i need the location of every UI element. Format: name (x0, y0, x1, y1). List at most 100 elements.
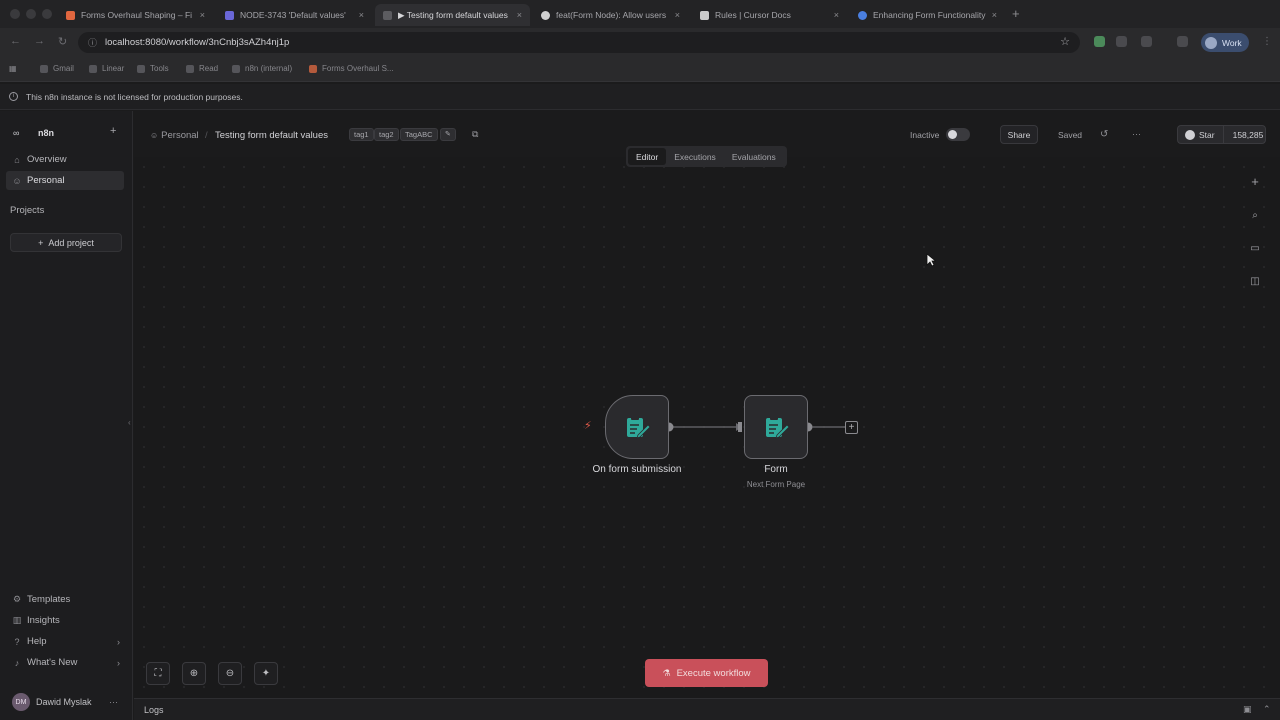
tidy-up-button[interactable]: ✦ (254, 662, 278, 685)
input-handle[interactable] (738, 422, 742, 432)
bookmark-linear[interactable]: Linear (89, 64, 124, 73)
tag-chip[interactable]: tag2 (374, 128, 399, 141)
browser-tab[interactable]: Enhancing Form Functionality × (850, 4, 1005, 26)
logs-panel-bar[interactable]: Logs ▣ ⌃ (134, 698, 1280, 720)
profile-button[interactable]: Work (1201, 33, 1249, 52)
app-logo-text: n8n (38, 128, 55, 138)
extension-list-icon[interactable] (1177, 36, 1188, 47)
window-close-dot[interactable] (10, 9, 20, 19)
tab-close-icon[interactable]: × (517, 10, 522, 20)
tab-evaluations[interactable]: Evaluations (724, 148, 784, 165)
create-new-button[interactable]: + (110, 125, 116, 137)
bookmark-star-icon[interactable]: ☆ (1060, 35, 1070, 48)
form-node-icon (627, 416, 651, 439)
collapse-sidebar-icon[interactable]: ‹ (128, 418, 131, 427)
bookmark-forms-overhaul[interactable]: Forms Overhaul S... (309, 64, 394, 73)
browser-menu-icon[interactable]: ⋮ (1262, 36, 1272, 47)
node-subtitle: Next Form Page (746, 480, 806, 489)
templates-icon: ⚙ (12, 594, 22, 604)
tab-executions[interactable]: Executions (666, 148, 724, 165)
user-more-icon[interactable]: ··· (109, 697, 118, 707)
share-button[interactable]: Share (1000, 125, 1038, 144)
browser-tab[interactable]: NODE-3743 'Default values' × (217, 4, 372, 26)
extension-vue-icon[interactable] (1094, 36, 1105, 47)
add-node-button[interactable]: + (1245, 171, 1265, 191)
tab-close-icon[interactable]: × (675, 10, 680, 20)
edit-tags-icon[interactable]: ✎ (440, 128, 456, 141)
window-maximize-dot[interactable] (42, 9, 52, 19)
view-tabs: Editor Executions Evaluations (626, 146, 787, 167)
avatar: DM (12, 693, 30, 711)
forward-arrow-icon[interactable]: → (34, 35, 45, 47)
tab-close-icon[interactable]: × (834, 10, 839, 20)
sidebar-item-whats-new[interactable]: ♪ What's New › (6, 653, 124, 672)
workflow-name[interactable]: Testing form default values (215, 130, 328, 141)
plus-icon: + (38, 237, 44, 248)
address-bar[interactable]: ⓘ localhost:8080/workflow/3nCnbj3sAZh4nj… (78, 32, 1080, 53)
flask-icon: ⚗ (662, 667, 671, 678)
chevron-right-icon: › (117, 636, 120, 647)
more-options-button[interactable]: ··· (1132, 129, 1141, 139)
tag-chip[interactable]: TagABC (400, 128, 438, 141)
history-icon[interactable]: ↺ (1100, 129, 1108, 140)
sticky-note-icon[interactable]: ▭ (1245, 238, 1265, 258)
bookmark-gmail[interactable]: Gmail (40, 64, 74, 73)
user-icon: ☺ (150, 131, 159, 140)
bookmark-tools[interactable]: Tools (137, 64, 169, 73)
search-icon[interactable]: ⌕ (1245, 205, 1265, 225)
breadcrumb[interactable]: ☺ Personal (150, 130, 199, 141)
tab-favicon-icon (66, 10, 75, 20)
breadcrumb-separator: / (205, 130, 208, 141)
window-minimize-dot[interactable] (26, 9, 36, 19)
sidebar-item-help[interactable]: ? Help › (6, 632, 124, 651)
node-label: On form submission (592, 464, 682, 475)
toggle-knob (948, 130, 957, 139)
chevron-up-icon[interactable]: ⌃ (1263, 704, 1271, 715)
panel-toggle-icon[interactable]: ◫ (1245, 271, 1265, 291)
active-toggle[interactable] (946, 128, 970, 141)
bell-icon: ♪ (14, 657, 20, 668)
tag-chip[interactable]: tag1 (349, 128, 374, 141)
site-info-icon[interactable]: ⓘ (88, 36, 97, 49)
extension-shield-icon[interactable] (1116, 36, 1127, 47)
add-next-node-icon[interactable]: + (845, 421, 858, 434)
n8n-logo-icon: ∞ (13, 128, 20, 138)
github-star-button[interactable]: Star 158,285 (1177, 125, 1266, 144)
execute-workflow-button[interactable]: ⚗ Execute workflow (645, 659, 768, 687)
tab-close-icon[interactable]: × (200, 10, 205, 20)
rename-icon[interactable]: ⧉ (472, 129, 478, 140)
reload-icon[interactable]: ↻ (58, 35, 67, 48)
fit-view-icon: ⛶ (154, 668, 162, 679)
back-arrow-icon[interactable]: ← (10, 35, 21, 47)
node-on-form-submission[interactable] (605, 395, 669, 459)
fit-view-button[interactable]: ⛶ (146, 662, 170, 685)
add-project-button[interactable]: + Add project (10, 233, 122, 252)
zoom-in-button[interactable]: ⊕ (182, 662, 206, 685)
extension-puzzle-icon[interactable] (1141, 36, 1152, 47)
apps-grid-icon[interactable]: ▦ (9, 64, 17, 73)
browser-tab[interactable]: Rules | Cursor Docs × (692, 4, 847, 26)
browser-tab-active[interactable]: ▶ Testing form default values × (375, 4, 530, 26)
tab-close-icon[interactable]: × (992, 10, 997, 20)
browser-tab[interactable]: feat(Form Node): Allow users × (533, 4, 688, 26)
sidebar-item-overview[interactable]: ⌂ Overview (6, 150, 124, 169)
sidebar-item-personal[interactable]: ☺ Personal (6, 171, 124, 190)
tidy-up-icon: ✦ (261, 668, 271, 679)
gmail-icon (40, 64, 48, 73)
node-form[interactable] (744, 395, 808, 459)
chevron-right-icon: › (117, 657, 120, 668)
bookmark-n8n-internal[interactable]: n8n (internal) (232, 64, 292, 73)
bookmark-read[interactable]: Read (186, 64, 218, 73)
user-menu[interactable]: DM Dawid Myslak (12, 693, 92, 711)
zoom-out-button[interactable]: ⊖ (218, 662, 242, 685)
new-tab-button[interactable]: + (1012, 6, 1020, 21)
github-icon (1185, 129, 1195, 140)
popout-icon[interactable]: ▣ (1243, 704, 1252, 715)
tab-editor[interactable]: Editor (628, 148, 667, 165)
sidebar-item-templates[interactable]: ⚙ Templates (6, 590, 124, 609)
tab-close-icon[interactable]: × (359, 10, 364, 20)
github-favicon-icon (541, 10, 550, 20)
browser-tab[interactable]: Forms Overhaul Shaping – Fi × (58, 4, 213, 26)
sidebar-item-insights[interactable]: ▥ Insights (6, 611, 124, 630)
zoom-out-icon: ⊖ (225, 668, 235, 679)
